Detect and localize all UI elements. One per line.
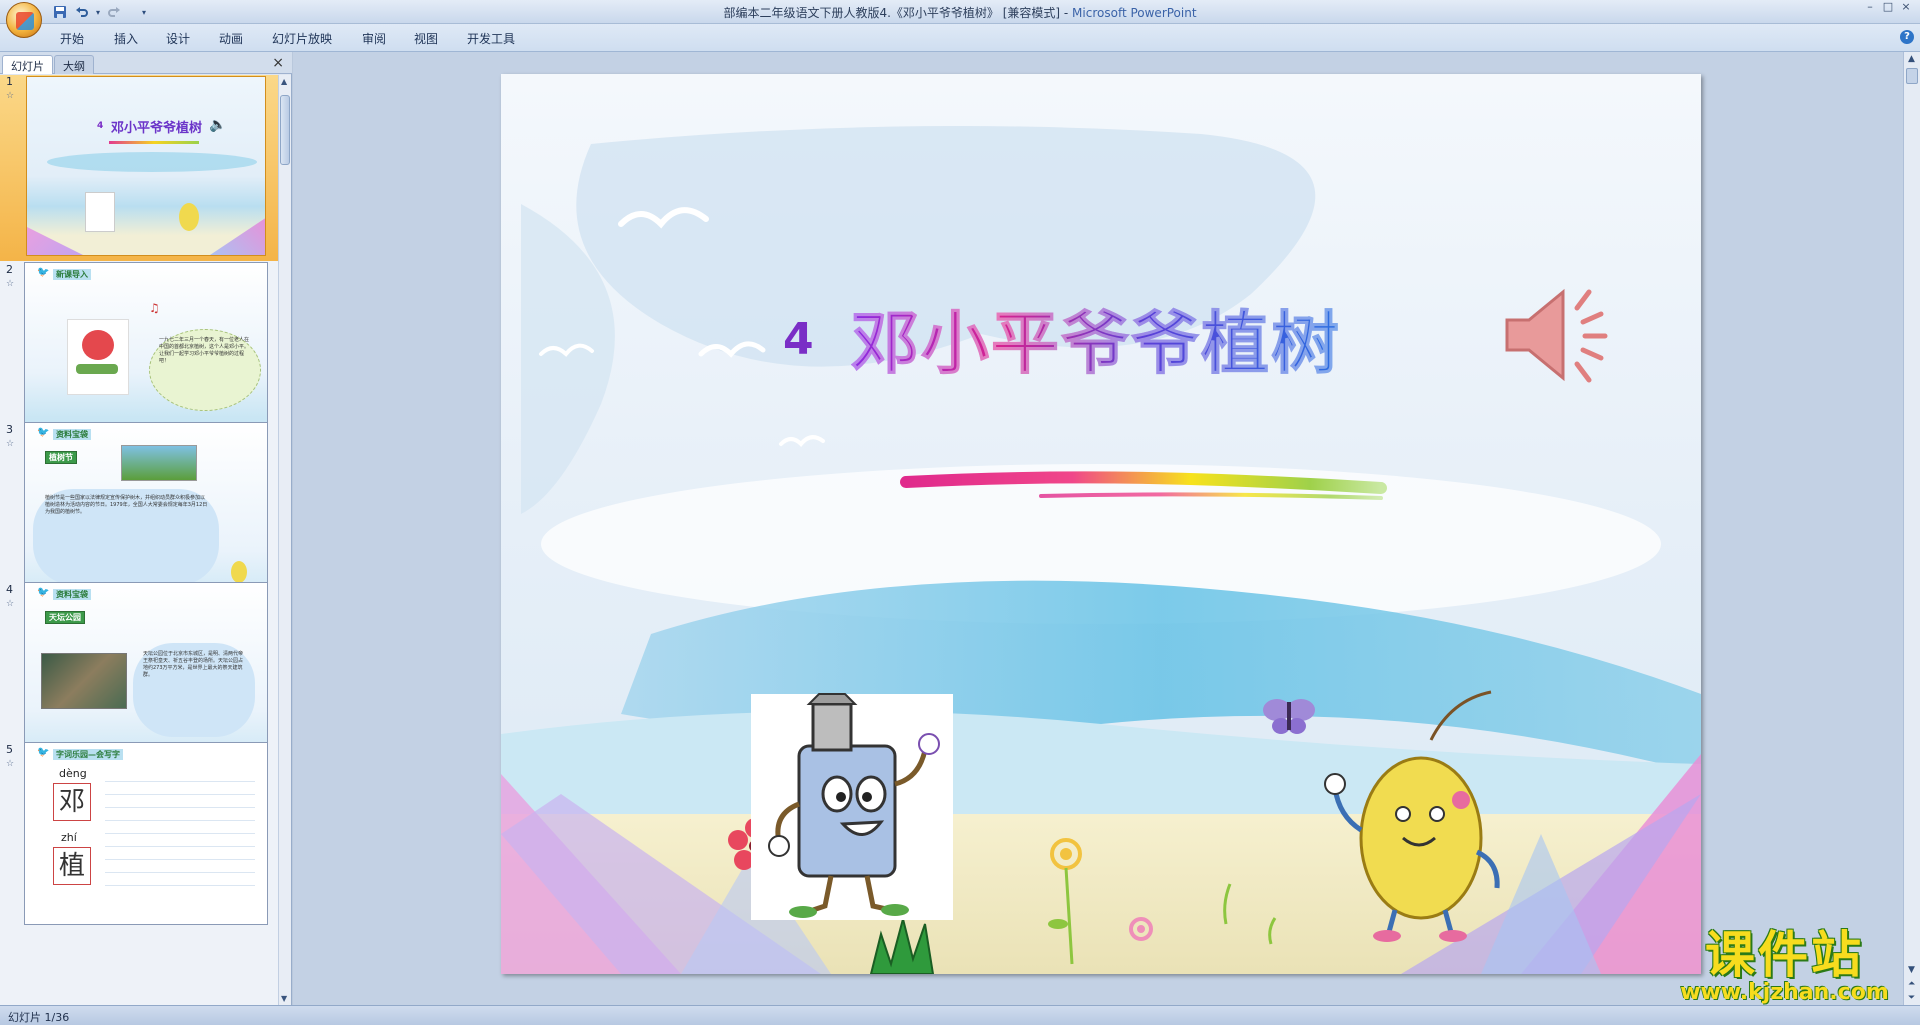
thumbnail-scrollbar[interactable]: ▲ ▼ <box>278 75 291 1005</box>
thumb-title: 邓小平爷爷植树 <box>111 121 203 136</box>
document-title: 部编本二年级语文下册人教版4.《邓小平爷爷植树》 [兼容模式] - <box>723 6 1073 20</box>
slide-thumbnail-image: 🐦 新课导入 ♫ 一九七二年三月一个春天，有一位老人在中国的首都北京植树，这个人… <box>24 262 268 445</box>
pane-tabs: 幻灯片 大纲 × <box>0 52 292 74</box>
thumb-body-text: 天坛公园位于北京市东城区，是明、清两代帝王祭祀皇天、祈五谷丰登的场所。天坛公园占… <box>143 651 244 678</box>
tab-view[interactable]: 视图 <box>414 30 438 47</box>
slide-editor: 4 邓小平爷爷植树 <box>293 52 1903 1005</box>
thumb-subheading: 天坛公园 <box>45 611 85 624</box>
thumb-pinyin-2: zhí <box>61 831 77 844</box>
thumbnail-list: 1 ☆ 4 邓小平爷爷植树 🔈 2 ☆ 🐦 新课导入 ♫ 一九七二年三月一个春天… <box>0 75 278 1005</box>
slide-thumbnail-image: 🐦 资料宝袋 植树节 植树节是一些国家以法律规定宣传保护树木，并组织动员群众积极… <box>24 422 268 605</box>
office-logo-icon <box>16 12 34 30</box>
apple-shape <box>82 330 114 360</box>
thumb-rainbow-stroke <box>109 141 199 144</box>
thumb-planting-image <box>121 445 197 481</box>
slide-number: 1 <box>6 75 13 88</box>
thumb-apple-guitar-image <box>67 319 129 395</box>
slide-thumbnail-image: 🐦 资料宝袋 天坛公园 天坛公园位于北京市东城区，是明、清两代帝王祭祀皇天、祈五… <box>24 582 268 765</box>
slide-number: 4 <box>6 583 13 596</box>
status-bar: 幻灯片 1/36 <box>0 1005 1920 1025</box>
speaker-icon[interactable] <box>1501 280 1611 390</box>
thumb-char-1: 邓 <box>53 783 91 821</box>
guitar-shape <box>76 364 118 374</box>
tab-design[interactable]: 设计 <box>166 30 190 47</box>
speaker-icon: 🔈 <box>209 117 227 133</box>
thumb-notes-lines <box>105 769 255 889</box>
tab-insert[interactable]: 插入 <box>114 30 138 47</box>
slide-number: 5 <box>6 743 13 756</box>
tab-review[interactable]: 审阅 <box>362 30 386 47</box>
next-slide-icon[interactable]: ⏷ <box>1908 993 1915 1003</box>
thumb-section-label: 新课导入 <box>53 269 91 280</box>
thumb-wave <box>47 152 257 172</box>
slide-number: 2 <box>6 263 13 276</box>
scroll-down-icon[interactable]: ▼ <box>281 994 287 1003</box>
scroll-down-icon[interactable]: ▼ <box>1908 965 1915 975</box>
thumb-temple-photo <box>41 653 127 709</box>
tab-slideshow[interactable]: 幻灯片放映 <box>272 30 332 47</box>
help-icon[interactable]: ? <box>1900 30 1914 44</box>
watermark-logo-text: 课件站 <box>1705 926 1864 984</box>
bird-icon: 🐦 <box>37 267 50 278</box>
editor-scrollbar[interactable]: ▲ ▼ ⏶ ⏷ <box>1903 52 1920 1005</box>
thumb-char-2: 植 <box>53 847 91 885</box>
slides-pane: 幻灯片 大纲 × 1 ☆ 4 邓小平爷爷植树 🔈 2 ☆ 🐦 新课导入 ♫ 一九… <box>0 52 292 1005</box>
thumb-section-label: 字词乐园—会写字 <box>53 749 123 760</box>
music-note-icon: ♫ <box>149 301 160 315</box>
bird-icon: 🐦 <box>37 587 50 598</box>
slide-position-status: 幻灯片 1/36 <box>8 1011 70 1024</box>
thumb-subheading: 植树节 <box>45 451 77 464</box>
thumb-book-character <box>85 192 115 232</box>
slide-background-art <box>501 74 1701 974</box>
window-title: 部编本二年级语文下册人教版4.《邓小平爷爷植树》 [兼容模式] - Micros… <box>0 4 1920 21</box>
tab-outline[interactable]: 大纲 <box>54 55 94 74</box>
watermark-url: www.kjzhan.com <box>1680 980 1889 1005</box>
scroll-up-icon[interactable]: ▲ <box>281 77 287 86</box>
bird-icon: 🐦 <box>37 747 50 758</box>
previous-slide-icon[interactable]: ⏶ <box>1908 979 1915 989</box>
tab-home[interactable]: 开始 <box>60 30 84 47</box>
scrollbar-thumb[interactable] <box>280 95 290 165</box>
thumb-pear-character <box>179 203 199 231</box>
tab-developer[interactable]: 开发工具 <box>467 30 515 47</box>
transition-star-icon: ☆ <box>6 759 15 769</box>
thumb-intro-text: 一九七二年三月一个春天，有一位老人在中国的首都北京植树，这个人是邓小平。让我们一… <box>159 337 250 364</box>
thumb-title-number: 4 <box>97 121 104 131</box>
thumb-section-label: 资料宝袋 <box>53 589 91 600</box>
transition-star-icon: ☆ <box>6 279 15 289</box>
title-bar: ▾ ▾ 部编本二年级语文下册人教版4.《邓小平爷爷植树》 [兼容模式] - Mi… <box>0 0 1920 38</box>
slide-thumbnail-image: 🐦 字词乐园—会写字 dèng 邓 zhí 植 <box>24 742 268 925</box>
scroll-up-icon[interactable]: ▲ <box>1908 54 1915 64</box>
office-button[interactable] <box>6 2 42 38</box>
slide-thumbnail-1[interactable]: 1 ☆ 4 邓小平爷爷植树 🔈 <box>0 75 278 261</box>
slide-number: 3 <box>6 423 13 436</box>
bird-icon: 🐦 <box>37 427 50 438</box>
thumb-section-label: 资料宝袋 <box>53 429 91 440</box>
current-slide[interactable]: 4 邓小平爷爷植树 <box>501 74 1701 974</box>
app-name: Microsoft PowerPoint <box>1072 6 1197 20</box>
thumb-body-text: 植树节是一些国家以法律规定宣传保护树木，并组织动员群众积极参加以植树造林为活动内… <box>45 495 208 515</box>
tab-animation[interactable]: 动画 <box>219 30 243 47</box>
transition-star-icon: ☆ <box>6 599 15 609</box>
pane-close-button[interactable]: × <box>272 55 284 71</box>
slide-thumbnail-image: 4 邓小平爷爷植树 🔈 <box>26 76 266 256</box>
scrollbar-thumb[interactable] <box>1906 68 1918 84</box>
tab-slides[interactable]: 幻灯片 <box>2 55 53 74</box>
transition-star-icon: ☆ <box>6 91 15 101</box>
transition-star-icon: ☆ <box>6 439 15 449</box>
ribbon-tabs: 开始 插入 设计 动画 幻灯片放映 审阅 视图 开发工具 ? <box>0 24 1920 52</box>
thumb-pinyin-1: dèng <box>59 767 87 780</box>
slide-title[interactable]: 邓小平爷爷植树 <box>850 288 1341 387</box>
slide-thumbnail-5[interactable]: 5 ☆ 🐦 字词乐园—会写字 dèng 邓 zhí 植 <box>0 739 278 929</box>
slide-lesson-number[interactable]: 4 <box>783 314 814 365</box>
site-watermark: 课件站 www.kjzhan.com <box>1672 928 1897 1004</box>
close-button[interactable]: × <box>1894 1 1918 15</box>
